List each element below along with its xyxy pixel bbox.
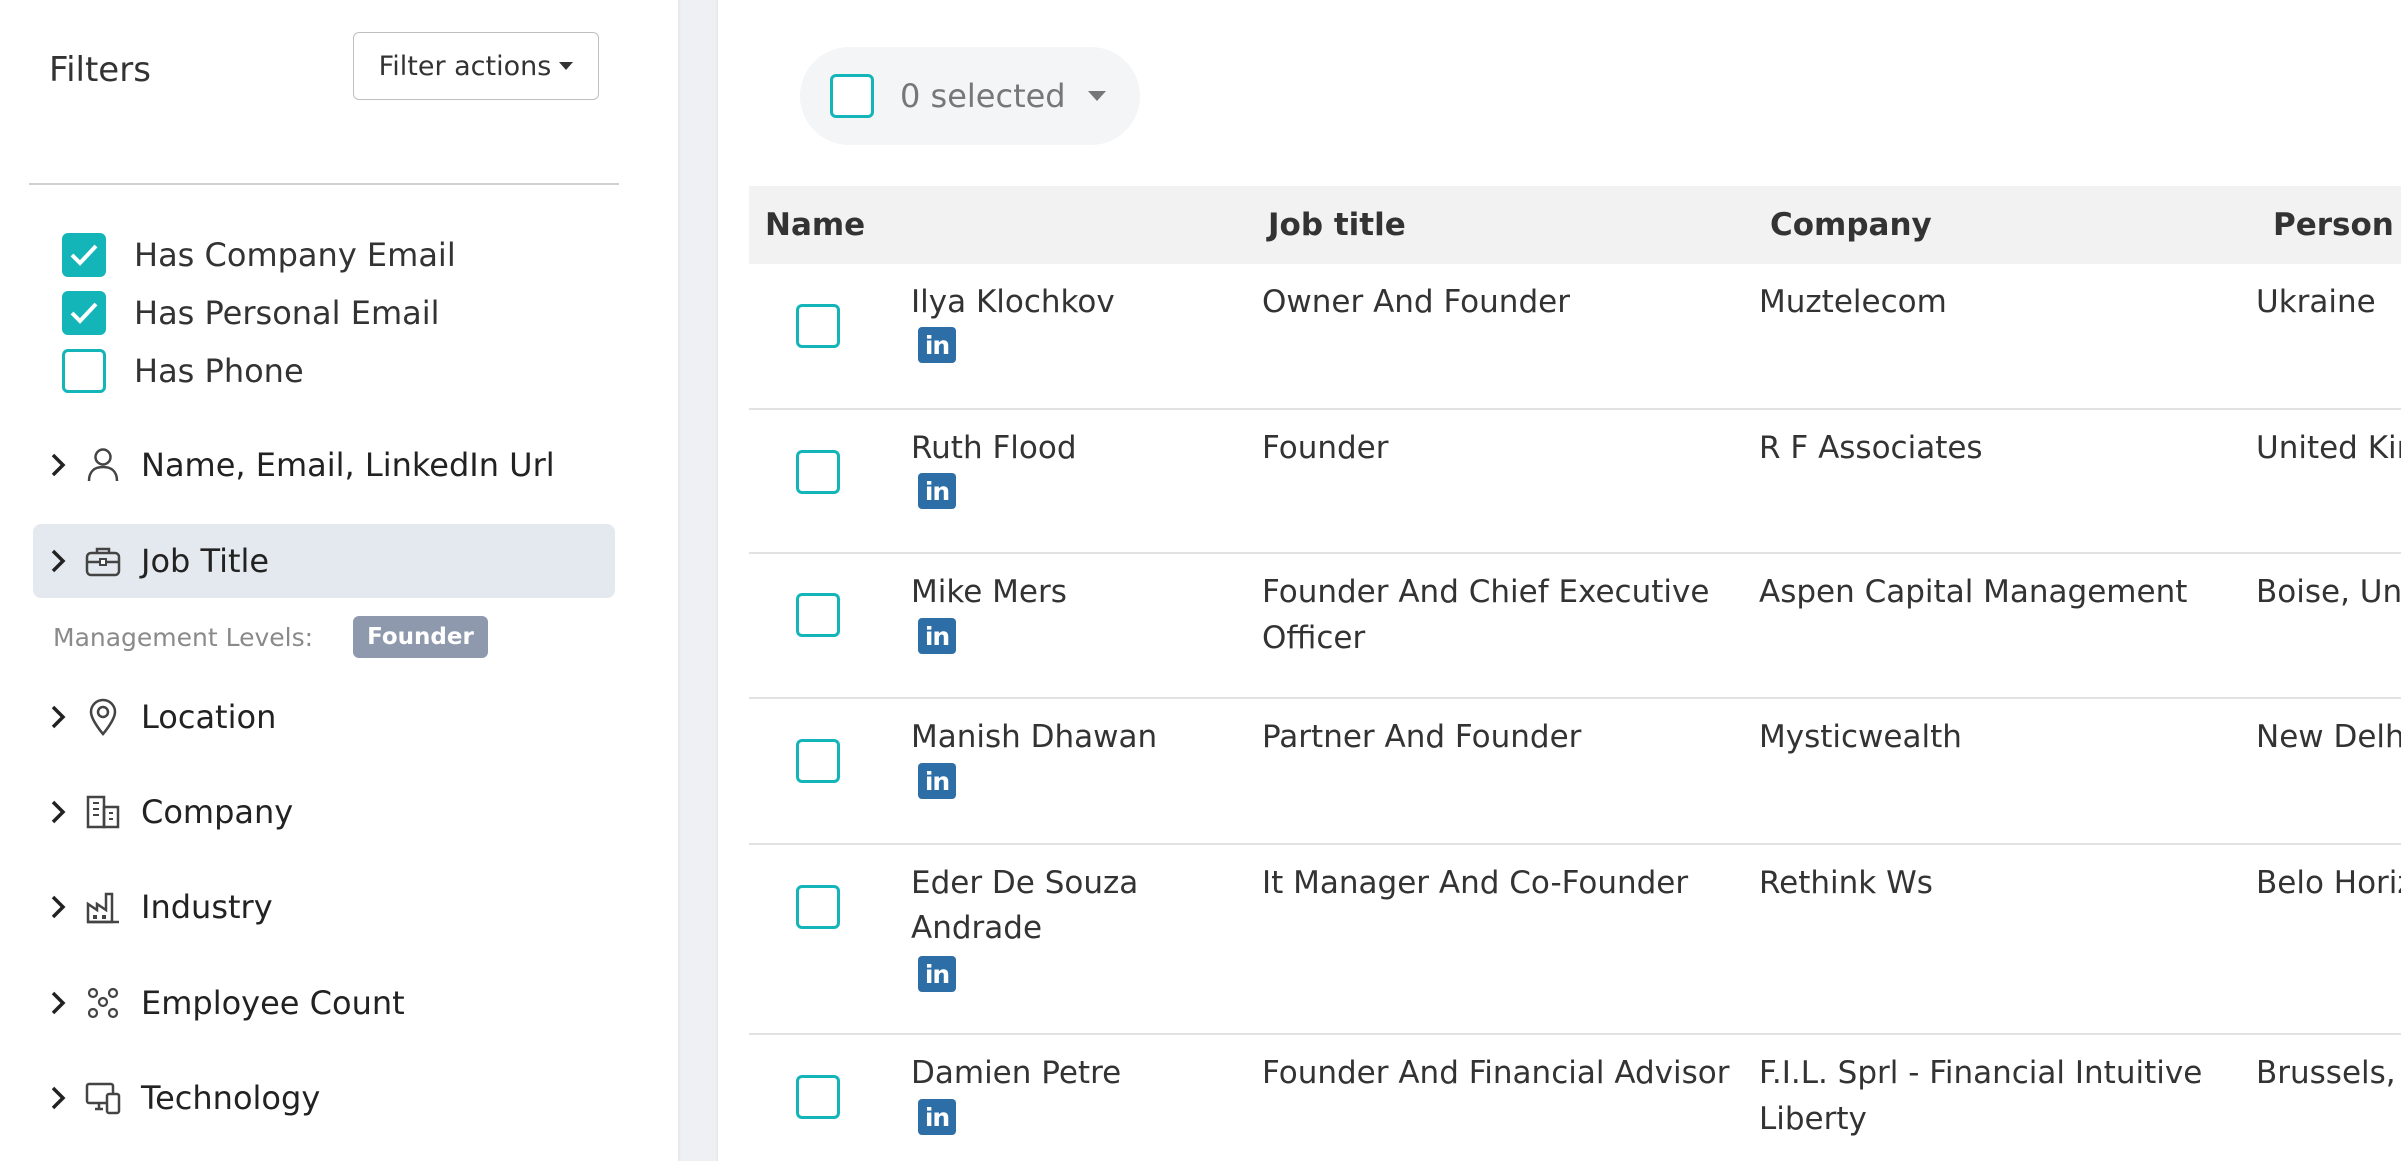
chevron-right-icon [45,680,71,754]
row-checkbox[interactable] [796,739,840,783]
row-checkbox[interactable] [796,1075,840,1119]
has-company-email-row[interactable]: Has Company Email [62,233,456,277]
chevron-right-icon [45,966,71,1040]
linkedin-icon[interactable]: in [918,1099,956,1135]
selected-count: 0 selected [900,77,1066,115]
person-location: New Delh [2256,719,2401,755]
person-location: Brussels, [2256,1055,2396,1091]
section-label: Company [141,793,294,831]
person-name[interactable]: Mike Mers [911,570,1067,615]
company-name[interactable]: Rethink Ws [1759,861,1933,906]
person-name[interactable]: Eder De Souza [911,861,1138,906]
column-header-company[interactable]: Company [1770,186,1932,264]
job-title: Founder [1262,430,1389,466]
company-name[interactable]: Mysticwealth [1759,715,1962,760]
people-group-icon [83,983,123,1023]
factory-icon [83,887,123,927]
has-company-email-checkbox[interactable] [62,233,106,277]
row-checkbox[interactable] [796,450,840,494]
linkedin-icon[interactable]: in [918,956,956,992]
chevron-right-icon [45,1061,71,1135]
has-phone-checkbox[interactable] [62,349,106,393]
section-name-email-linkedin[interactable]: Name, Email, LinkedIn Url [33,428,615,502]
has-personal-email-row[interactable]: Has Personal Email [62,291,440,335]
founder-badge[interactable]: Founder [353,616,488,658]
section-label: Industry [141,888,273,926]
job-title: Founder And Chief Executive [1262,574,1710,610]
section-job-title[interactable]: Job Title [33,524,615,598]
has-phone-label: Has Phone [134,352,304,390]
person-name-line-2[interactable]: Andrade [911,906,1042,951]
section-label: Job Title [141,542,270,580]
filters-title: Filters [49,50,151,90]
section-label: Employee Count [141,984,405,1022]
linkedin-icon[interactable]: in [918,618,956,654]
row-checkbox[interactable] [796,885,840,929]
company-name[interactable]: Muztelecom [1759,280,1947,325]
has-personal-email-label: Has Personal Email [134,294,440,332]
checkmark-icon [70,244,98,266]
row-checkbox[interactable] [796,304,840,348]
column-header-name[interactable]: Name [765,186,865,264]
section-technology[interactable]: Technology [33,1061,615,1135]
caret-down-icon [559,62,574,70]
linkedin-icon[interactable]: in [918,473,956,509]
has-company-email-label: Has Company Email [134,236,456,274]
building-icon [83,792,123,832]
table-header: Name Job title Company Person lo [749,186,2401,264]
section-company[interactable]: Company [33,775,615,849]
chevron-right-icon [45,870,71,944]
company-name[interactable]: R F Associates [1759,426,1983,471]
person-name[interactable]: Ilya Klochkov [911,280,1115,325]
checkmark-icon [70,302,98,324]
has-personal-email-checkbox[interactable] [62,291,106,335]
person-name[interactable]: Manish Dhawan [911,715,1157,760]
job-title: It Manager And Co-Founder [1262,865,1689,901]
section-location[interactable]: Location [33,680,615,754]
company-name-line-2[interactable]: Liberty [1759,1097,1867,1142]
section-label: Technology [141,1079,321,1117]
section-employee-count[interactable]: Employee Count [33,966,615,1040]
person-location: United Kin [2256,430,2401,466]
person-location: Ukraine [2256,284,2376,320]
briefcase-icon [83,541,123,581]
filters-divider [29,183,619,185]
person-location: Boise, Un [2256,574,2401,610]
devices-icon [83,1078,123,1118]
job-title: Owner And Founder [1262,284,1570,320]
column-header-job-title[interactable]: Job title [1268,186,1406,264]
job-title-line-2: Officer [1262,620,1366,656]
chevron-right-icon [45,428,71,502]
linkedin-icon[interactable]: in [918,763,956,799]
company-name[interactable]: F.I.L. Sprl - Financial Intuitive [1759,1051,2202,1096]
job-title: Partner And Founder [1262,719,1582,755]
filter-actions-label: Filter actions [378,50,552,82]
filter-actions-button[interactable]: Filter actions [353,32,599,100]
section-industry[interactable]: Industry [33,870,615,944]
management-levels-summary: Management Levels: Founder [53,616,488,658]
section-label: Name, Email, LinkedIn Url [141,446,555,484]
has-phone-row[interactable]: Has Phone [62,349,304,393]
company-name[interactable]: Aspen Capital Management [1759,570,2187,615]
caret-down-icon [1087,91,1106,101]
select-all-checkbox[interactable] [830,74,874,118]
chevron-right-icon [45,775,71,849]
management-levels-label: Management Levels: [53,622,314,652]
row-checkbox[interactable] [796,593,840,637]
selection-dropdown[interactable]: 0 selected [800,47,1140,145]
person-icon [83,445,123,485]
person-name[interactable]: Damien Petre [911,1051,1121,1096]
linkedin-icon[interactable]: in [918,327,956,363]
chevron-right-icon [45,524,71,598]
column-header-person-location[interactable]: Person lo [2273,186,2401,264]
person-name[interactable]: Ruth Flood [911,426,1077,471]
job-title: Founder And Financial Advisor [1262,1055,1730,1091]
section-label: Location [141,698,277,736]
person-location: Belo Horiz [2256,865,2401,901]
location-pin-icon [83,697,123,737]
